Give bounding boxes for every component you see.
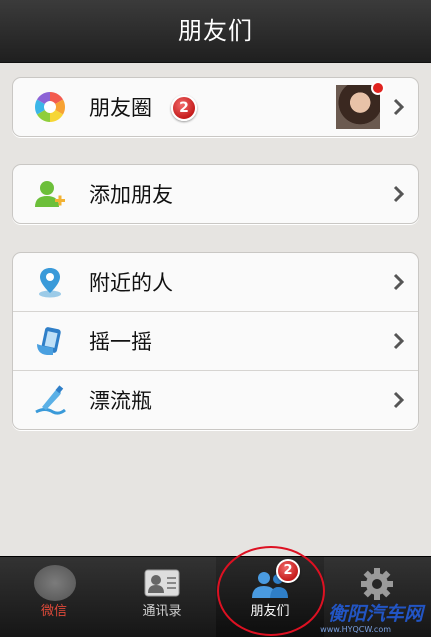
menu-item-label: 附近的人	[89, 271, 173, 295]
chat-icon	[34, 565, 76, 601]
add-friend-group: 添加朋友	[12, 164, 419, 224]
chevron-right-icon	[392, 331, 406, 351]
tab-contacts[interactable]: 通讯录	[108, 557, 216, 637]
highlight-circle	[217, 546, 325, 636]
notification-badge: 2	[171, 95, 197, 121]
camera-aperture-icon	[33, 90, 67, 124]
menu-item-label: 添加朋友	[89, 183, 173, 207]
menu-item-drift-bottle[interactable]: 漂流瓶	[13, 370, 418, 429]
discover-group: 附近的人 摇一摇 漂流瓶	[12, 252, 419, 430]
menu-item-label: 摇一摇	[89, 330, 152, 354]
tab-chats[interactable]: 微信	[0, 557, 108, 637]
menu-item-label: 朋友圈	[89, 96, 152, 120]
contacts-card-icon	[144, 569, 180, 601]
chevron-right-icon	[392, 390, 406, 410]
tab-label: 微信	[40, 604, 67, 619]
title-bar: 朋友们	[0, 0, 431, 63]
chevron-right-icon	[392, 97, 406, 117]
moments-group: 朋友圈 2	[12, 77, 419, 137]
watermark-logo: 衡阳汽车网	[327, 603, 423, 625]
drift-bottle-icon	[33, 383, 67, 417]
page-title: 朋友们	[178, 17, 253, 45]
location-pin-icon	[33, 265, 67, 299]
shake-phone-icon	[33, 324, 67, 358]
menu-item-nearby[interactable]: 附近的人	[13, 253, 418, 311]
menu-item-moments[interactable]: 朋友圈 2	[13, 78, 418, 136]
new-dot-indicator	[371, 81, 385, 95]
tab-label: 通讯录	[142, 604, 182, 619]
menu-item-label: 漂流瓶	[89, 389, 152, 413]
watermark-url: www.HYQCW.com	[320, 625, 391, 634]
menu-item-add-friend[interactable]: 添加朋友	[13, 165, 418, 223]
chevron-right-icon	[392, 272, 406, 292]
add-user-icon	[33, 177, 67, 211]
menu-item-shake[interactable]: 摇一摇	[13, 311, 418, 370]
chevron-right-icon	[392, 184, 406, 204]
